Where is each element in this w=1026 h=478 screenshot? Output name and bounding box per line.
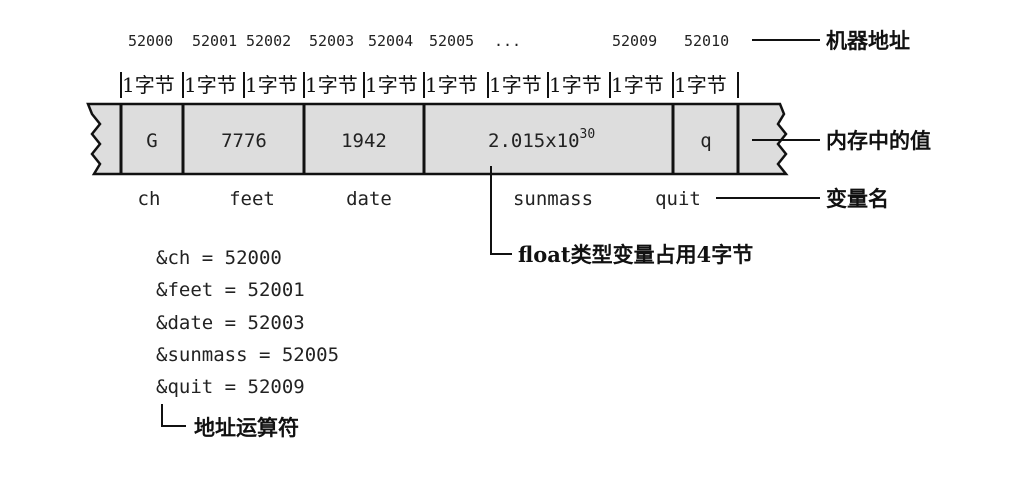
address-ellipsis: ... (494, 32, 521, 50)
code-line: &quit = 52009 (156, 376, 305, 398)
byte-label: 1字节 (489, 73, 542, 97)
address-52005: 52005 (429, 32, 474, 50)
cell-value-quit: q (700, 130, 711, 152)
code-line: &sunmass = 52005 (156, 344, 339, 366)
memory-strip-body (86, 102, 789, 176)
var-name-label: 变量名 (826, 186, 889, 211)
var-name-feet: feet (229, 188, 275, 210)
address-52003: 52003 (309, 32, 354, 50)
address-52009: 52009 (612, 32, 657, 50)
memory-value-label: 内存中的值 (826, 128, 931, 153)
var-name-date: date (346, 188, 392, 210)
byte-label: 1字节 (674, 73, 727, 97)
address-row: 52000 52001 52002 52003 52004 52005 ... … (128, 32, 729, 50)
byte-label: 1字节 (365, 73, 418, 97)
var-name-sunmass: sunmass (513, 188, 593, 210)
byte-label: 1字节 (305, 73, 358, 97)
code-line: &ch = 52000 (156, 247, 282, 269)
cell-value-feet: 7776 (221, 130, 267, 152)
float-note-bracket (490, 166, 512, 255)
address-operator-label: 地址运算符 (194, 415, 299, 440)
address-operator-bracket (161, 404, 186, 427)
byte-label-row: 1字节 1字节 1字节 1字节 1字节 1字节 1字节 1字节 1字节 1字节 (120, 72, 739, 98)
var-name-quit: quit (655, 188, 701, 210)
memory-diagram: 52000 52001 52002 52003 52004 52005 ... … (86, 28, 931, 440)
code-block: &ch = 52000 &feet = 52001 &date = 52003 … (156, 247, 339, 398)
sunmass-exponent: 30 (580, 127, 596, 142)
code-line: &feet = 52001 (156, 279, 305, 301)
address-52001: 52001 (192, 32, 237, 50)
code-line: &date = 52003 (156, 312, 305, 334)
address-52010: 52010 (684, 32, 729, 50)
cell-value-date: 1942 (341, 130, 387, 152)
address-52002: 52002 (246, 32, 291, 50)
address-52000: 52000 (128, 32, 173, 50)
var-name-ch: ch (138, 188, 161, 210)
sunmass-base: 2.015x10 (488, 130, 580, 152)
byte-label: 1字节 (245, 73, 298, 97)
cell-value-ch: G (146, 130, 157, 152)
float-note-label: float类型变量占用4字节 (518, 242, 753, 267)
address-52004: 52004 (368, 32, 413, 50)
memory-strip: G 7776 1942 2.015x1030 q (86, 102, 789, 176)
variable-names-row: ch feet date sunmass quit (138, 188, 701, 210)
byte-label: 1字节 (184, 73, 237, 97)
byte-label: 1字节 (549, 73, 602, 97)
byte-label: 1字节 (122, 73, 175, 97)
machine-address-label: 机器地址 (826, 28, 910, 53)
byte-label: 1字节 (611, 73, 664, 97)
byte-label: 1字节 (425, 73, 478, 97)
cell-value-sunmass: 2.015x1030 (488, 127, 595, 152)
